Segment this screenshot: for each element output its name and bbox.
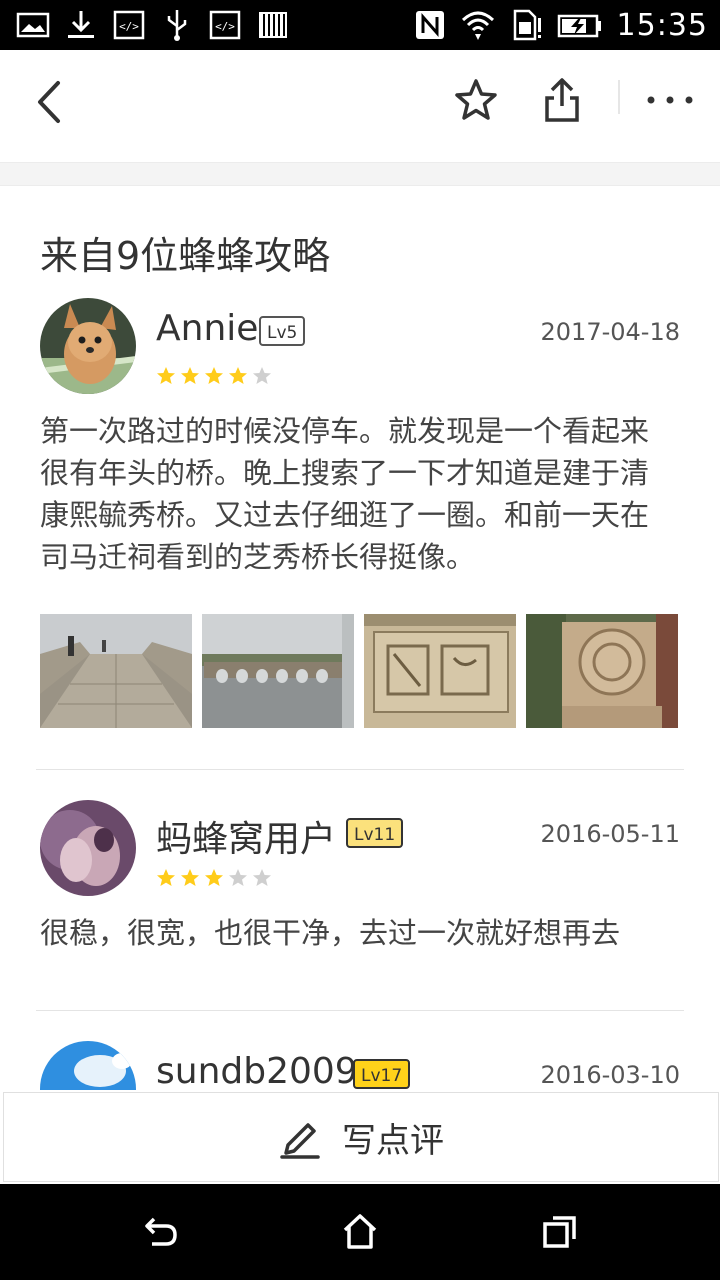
battery-charging-icon: [557, 14, 601, 38]
star-filled-icon: [205, 869, 223, 886]
level-badge: Lv17: [353, 1059, 411, 1089]
wifi-icon: [461, 11, 494, 40]
star-filled-icon: [205, 367, 223, 384]
review-text: 第一次路过的时候没停车。就发现是一个看起来 很有年头的桥。晚上搜索了一下才知道是…: [40, 410, 680, 578]
star-filled-icon: [229, 367, 247, 384]
usb-icon: [167, 10, 187, 41]
username[interactable]: sundb2009: [156, 1051, 358, 1090]
level-badge: Lv11: [346, 818, 404, 848]
avatar[interactable]: [40, 1041, 136, 1090]
arched-bridge-river-photo[interactable]: [202, 614, 354, 728]
star-filled-icon: [157, 869, 175, 886]
android-nav-bar: [0, 1184, 720, 1280]
review-text-line: 很有年头的桥。晚上搜索了一下才知道是建于清: [40, 456, 650, 490]
more-button[interactable]: [640, 70, 700, 130]
back-button[interactable]: [20, 72, 80, 132]
top-nav: [0, 50, 720, 162]
star-outline-icon: [455, 79, 497, 120]
code-icon: </>: [209, 10, 241, 40]
carved-stone-medallion-photo[interactable]: [526, 614, 678, 728]
home-icon[interactable]: [340, 1212, 380, 1252]
stone-bridge-deck-photo[interactable]: [40, 614, 192, 728]
nfc-icon: [415, 11, 444, 39]
nav-divider: [618, 80, 620, 114]
rating-stars: [156, 868, 272, 888]
sim-alert-icon: [513, 9, 541, 41]
pencil-icon: [280, 1123, 320, 1159]
clock: 15:35: [616, 7, 708, 43]
star-empty-icon: [253, 869, 271, 886]
review-text: 很稳，很宽，也很干净，去过一次就好想再去: [40, 912, 680, 954]
review-text-line: 第一次路过的时候没停车。就发现是一个看起来: [40, 414, 650, 448]
review-text-line: 司马迁祠看到的芝秀桥长得挺像。: [40, 540, 476, 574]
star-empty-icon: [229, 869, 247, 886]
section-gap: [0, 162, 720, 186]
review-date: 2017-04-18: [540, 318, 680, 346]
review-date: 2016-03-10: [540, 1061, 680, 1089]
more-horizontal-icon: [647, 96, 693, 104]
barcode-icon: [259, 12, 287, 38]
avatar[interactable]: [40, 298, 136, 394]
carved-stone-panel-photo[interactable]: [364, 614, 516, 728]
star-filled-icon: [181, 869, 199, 886]
username[interactable]: 蚂蜂窝用户: [156, 810, 336, 862]
chevron-left-icon: [38, 81, 60, 123]
back-icon[interactable]: [140, 1212, 180, 1252]
review-text-line: 很稳，很宽，也很干净，去过一次就好想再去: [40, 916, 621, 950]
review-divider: [36, 769, 684, 770]
level-badge: Lv5: [259, 316, 306, 346]
avatar[interactable]: [40, 800, 136, 896]
svg-text:</>: </>: [215, 20, 235, 33]
system-icons: 15:35: [413, 6, 708, 44]
review-photos: [40, 614, 678, 728]
username[interactable]: Annie: [156, 308, 258, 349]
download-icon: [68, 11, 94, 38]
image-icon: [16, 12, 50, 38]
share-button[interactable]: [532, 68, 592, 132]
star-filled-icon: [157, 367, 175, 384]
write-review-button[interactable]: 写点评: [3, 1092, 719, 1182]
section-title: 来自9位蜂蜂攻略: [40, 234, 331, 278]
reviews-section: 来自9位蜂蜂攻略 Annie Lv5 2017-04-18 第一次路过的时候没停…: [0, 185, 720, 1090]
write-review-label: 写点评: [342, 1120, 444, 1161]
svg-text:</>: </>: [119, 20, 139, 33]
review-date: 2016-05-11: [540, 820, 680, 848]
favorite-button[interactable]: [446, 70, 506, 130]
notification-icons: </> </>: [16, 6, 290, 44]
status-bar: </> </> 15:35: [0, 0, 720, 50]
star-empty-icon: [253, 367, 271, 384]
rating-stars: [156, 366, 272, 386]
share-icon: [545, 78, 579, 122]
recents-icon[interactable]: [540, 1212, 580, 1252]
code-icon: </>: [113, 10, 145, 40]
review-divider: [36, 1010, 684, 1011]
review-text-line: 康熙毓秀桥。又过去仔细逛了一圈。和前一天在: [40, 498, 650, 532]
star-filled-icon: [181, 367, 199, 384]
